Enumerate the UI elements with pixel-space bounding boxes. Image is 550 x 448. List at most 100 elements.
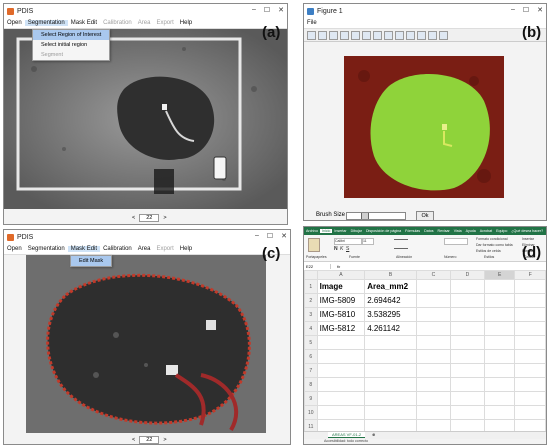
grid-cell[interactable]: [514, 405, 546, 420]
tab-formulas[interactable]: Fórmulas: [403, 229, 422, 233]
bold-icon[interactable]: N: [334, 246, 338, 252]
row-header[interactable]: 7: [304, 363, 318, 378]
menu-item-select-initial-region[interactable]: Select initial region: [33, 40, 109, 50]
grid-cell[interactable]: [416, 293, 451, 308]
menu-export[interactable]: Export: [153, 20, 176, 26]
row-header[interactable]: 5: [304, 335, 318, 350]
grid-cell[interactable]: [514, 321, 546, 336]
grid-cell[interactable]: [514, 391, 546, 406]
tab-acrobat[interactable]: Acrobat: [478, 229, 494, 233]
grid-cell[interactable]: [449, 391, 485, 406]
grid-cell[interactable]: [364, 349, 417, 364]
next-page-button[interactable]: >: [163, 215, 166, 221]
grid-cell[interactable]: [316, 377, 366, 392]
menu-segmentation[interactable]: Segmentation: [25, 246, 68, 252]
grid-cell[interactable]: 2.694642: [364, 293, 417, 308]
conditional-format-button[interactable]: Formato condicional: [476, 237, 508, 241]
maximize-icon[interactable]: ☐: [264, 6, 270, 14]
data-cursor-icon[interactable]: [406, 30, 415, 40]
row-header[interactable]: 4: [304, 321, 318, 336]
row-header[interactable]: 1: [304, 279, 318, 294]
grid-cell[interactable]: [449, 405, 485, 420]
ok-button[interactable]: Ok: [416, 211, 434, 220]
grid-cell[interactable]: [316, 335, 366, 350]
minimize-icon[interactable]: –: [255, 232, 259, 240]
underline-icon[interactable]: S: [346, 246, 349, 252]
menu-calibration[interactable]: Calibration: [100, 20, 135, 26]
zoom-out-icon[interactable]: [373, 30, 382, 40]
menu-open[interactable]: Open: [4, 20, 25, 26]
name-box[interactable]: E22: [304, 263, 331, 269]
grid-cell[interactable]: [316, 349, 366, 364]
grid-cell[interactable]: IMG-5810: [316, 307, 366, 322]
grid-cell[interactable]: [449, 279, 485, 294]
grid-cell[interactable]: [316, 363, 366, 378]
save-icon[interactable]: [329, 30, 338, 40]
grid-cell[interactable]: [449, 293, 485, 308]
menu-item-segment[interactable]: Segment: [33, 50, 109, 60]
menu-mask-edit[interactable]: Mask Edit: [68, 20, 100, 26]
tell-me-search[interactable]: ¿Qué desea hacer?: [509, 229, 545, 233]
grid-cell[interactable]: [514, 335, 546, 350]
grid-cell[interactable]: [483, 279, 516, 294]
menu-item-select-roi[interactable]: Select Region of Interest: [33, 30, 110, 40]
grid-cell[interactable]: [483, 349, 516, 364]
cell-styles-button[interactable]: Estilos de celda: [476, 249, 501, 253]
grid-cell[interactable]: [316, 391, 366, 406]
grid-cell[interactable]: [364, 405, 417, 420]
row-header[interactable]: 8: [304, 377, 318, 392]
align-icon[interactable]: [394, 239, 408, 249]
tab-equipo[interactable]: Equipo: [494, 229, 509, 233]
grid-cell[interactable]: [416, 279, 451, 294]
grid-cell[interactable]: [514, 363, 546, 378]
grid-cell[interactable]: [483, 307, 516, 322]
grid-cell[interactable]: 3.538295: [364, 307, 417, 322]
maximize-icon[interactable]: ☐: [523, 6, 529, 14]
menu-open[interactable]: Open: [4, 246, 25, 252]
menu-help[interactable]: Help: [177, 20, 195, 26]
row-header[interactable]: 2: [304, 293, 318, 308]
prev-page-button[interactable]: <: [132, 437, 135, 443]
tab-insertar[interactable]: Insertar: [332, 229, 348, 233]
grid-cell[interactable]: [416, 405, 451, 420]
open-folder-icon[interactable]: [318, 30, 327, 40]
tab-ayuda[interactable]: Ayuda: [464, 229, 478, 233]
grid-cell[interactable]: [416, 363, 451, 378]
grid-cell[interactable]: [514, 279, 546, 294]
prev-page-button[interactable]: <: [132, 215, 135, 221]
legend-icon[interactable]: [439, 30, 448, 40]
brush-icon[interactable]: [417, 30, 426, 40]
menu-item-edit-mask[interactable]: Edit Mask: [71, 256, 112, 266]
column-header[interactable]: B: [364, 270, 417, 280]
grid-cell[interactable]: [416, 391, 451, 406]
next-page-button[interactable]: >: [163, 437, 166, 443]
tab-archivo[interactable]: Archivo: [304, 229, 320, 233]
add-sheet-icon[interactable]: ⊕: [372, 432, 375, 437]
format-as-table-button[interactable]: Dar formato como tabla: [476, 243, 513, 247]
column-header[interactable]: C: [416, 270, 451, 280]
menu-calibration[interactable]: Calibration: [100, 246, 135, 252]
menu-area[interactable]: Area: [135, 20, 154, 26]
grid-cell[interactable]: [364, 377, 417, 392]
pan-icon[interactable]: [384, 30, 393, 40]
colorbar-icon[interactable]: [428, 30, 437, 40]
menu-mask-edit[interactable]: Mask Edit: [67, 246, 101, 252]
grid-cell[interactable]: [449, 335, 485, 350]
rotate-icon[interactable]: [395, 30, 404, 40]
tab-datos[interactable]: Datos: [422, 229, 435, 233]
grid-cell[interactable]: [483, 405, 516, 420]
grid-cell[interactable]: [449, 363, 485, 378]
select-all-corner[interactable]: [304, 270, 318, 280]
minimize-icon[interactable]: –: [511, 6, 515, 14]
grid-cell[interactable]: [483, 335, 516, 350]
paste-icon[interactable]: [308, 238, 320, 252]
column-header[interactable]: A: [316, 270, 366, 280]
column-header[interactable]: D: [449, 270, 485, 280]
grid-cell[interactable]: [483, 293, 516, 308]
grid-cell[interactable]: [514, 377, 546, 392]
page-number-field[interactable]: 22: [139, 436, 160, 444]
tab-disposicion[interactable]: Disposición de página: [364, 229, 403, 233]
font-name-select[interactable]: Calibri: [334, 238, 362, 245]
minimize-icon[interactable]: –: [252, 6, 256, 14]
tab-inicio[interactable]: Inicio: [319, 229, 333, 233]
